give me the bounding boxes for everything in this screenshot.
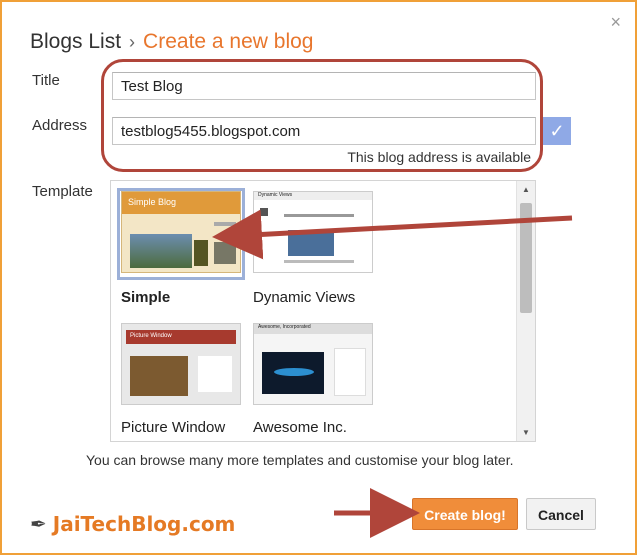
create-blog-button[interactable]: Create blog! — [412, 498, 518, 530]
annotation-highlight — [101, 59, 543, 172]
breadcrumb-blogs-list[interactable]: Blogs List — [30, 30, 121, 53]
chevron-right-icon: › — [129, 32, 136, 52]
cancel-button[interactable]: Cancel — [526, 498, 596, 530]
template-label: Template — [32, 183, 93, 200]
template-name-dynamic-views[interactable]: Dynamic Views — [253, 289, 355, 306]
page-title: Create a new blog — [143, 30, 314, 53]
browse-hint: You can browse many more templates and c… — [86, 452, 514, 468]
template-thumb-dynamic-views[interactable]: Dynamic Views — [253, 191, 373, 273]
template-scrollbar[interactable]: ▲ ▼ — [516, 181, 535, 441]
template-name-simple[interactable]: Simple — [121, 289, 170, 306]
template-thumb-awesome-inc[interactable]: Awesome, Incorporated — [253, 323, 373, 405]
scroll-down-icon[interactable]: ▼ — [522, 428, 530, 437]
feather-icon: ✒ — [30, 512, 47, 536]
awesome-preview-title: Awesome, Incorporated — [254, 324, 372, 334]
dynamic-preview-title: Dynamic Views — [254, 192, 372, 200]
picture-preview-title: Picture Window — [126, 330, 236, 344]
scrollbar-thumb[interactable] — [520, 203, 532, 313]
selected-template-frame — [117, 188, 245, 280]
logo-text: JaiTechBlog.com — [52, 512, 236, 536]
template-thumb-picture-window[interactable]: Picture Window — [121, 323, 241, 405]
scroll-up-icon[interactable]: ▲ — [522, 185, 530, 194]
template-name-picture-window[interactable]: Picture Window — [121, 419, 225, 436]
breadcrumb: Blogs List › Create a new blog — [30, 30, 314, 54]
title-label: Title — [32, 72, 60, 89]
close-icon[interactable]: × — [610, 12, 621, 33]
address-label: Address — [32, 117, 88, 134]
site-logo: ✒ JaiTechBlog.com — [30, 512, 235, 536]
template-name-awesome-inc[interactable]: Awesome Inc. — [253, 419, 347, 436]
check-icon: ✓ — [543, 117, 571, 145]
